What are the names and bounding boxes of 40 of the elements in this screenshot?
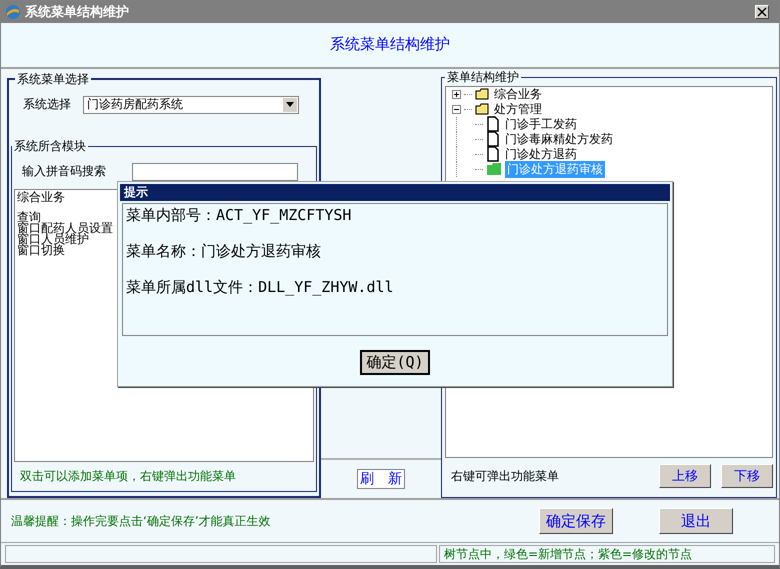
collapse-icon[interactable] [452, 104, 461, 114]
status-text: 树节点中，绿色=新增节点；紫色=修改的节点 [439, 544, 775, 563]
system-dropdown[interactable]: 门诊药房配药系统 [83, 96, 299, 114]
move-button[interactable]: 上移 [659, 464, 711, 488]
search-label: 输入拼音码搜索 [22, 163, 106, 180]
document-icon [486, 131, 500, 148]
document-icon [486, 116, 500, 132]
tree-node[interactable]: 门诊手工发药 [503, 116, 579, 133]
caret-icon [286, 102, 294, 108]
move-button[interactable]: 下移 [721, 464, 773, 488]
hint-text: 右键可弹出功能菜单 [450, 468, 560, 485]
folder-icon [486, 162, 502, 176]
panel-legend: 系统所含模块 [12, 138, 88, 155]
panel-legend: 系统菜单选择 [15, 70, 91, 88]
message-line: 菜单名称：门诊处方退药审核 [126, 242, 322, 261]
panel-legend: 菜单结构维护 [445, 68, 521, 86]
expand-icon[interactable] [452, 90, 461, 99]
reminder-text: 温馨提醒：操作完要点击‘确定保存’才能真正生效 [11, 512, 272, 530]
globe-icon [5, 4, 21, 20]
tree-node[interactable]: 处方管理 [492, 100, 544, 118]
hint-text: 双击可以添加菜单项，右键弹出功能菜单 [19, 468, 237, 486]
page-heading: 系统菜单结构维护 [330, 35, 450, 54]
tree-node[interactable]: 门诊处方退药 [503, 146, 579, 163]
close-icon [757, 6, 767, 17]
save-button[interactable]: 确定保存 [539, 508, 613, 534]
message-line: 菜单内部号：ACT_YF_MZCFTYSH [126, 206, 352, 225]
search-field[interactable] [132, 162, 298, 181]
document-icon [486, 146, 500, 162]
close-button[interactable] [755, 4, 769, 19]
exit-button[interactable]: 退出 [659, 508, 733, 534]
window-title: 系统菜单结构维护 [25, 4, 130, 21]
ok-button[interactable]: 确定(Q) [360, 350, 430, 374]
folder-icon [475, 88, 489, 100]
refresh-button[interactable]: 刷 新 [357, 469, 405, 490]
tree-node[interactable]: 门诊毒麻精处方发药 [503, 130, 615, 148]
dialog-title: 提示 [120, 184, 670, 201]
system-label: 系统选择 [23, 96, 71, 114]
folder-icon [475, 103, 489, 116]
message-line: 菜单所属dll文件：DLL_YF_ZHYW.dll [126, 278, 395, 297]
tree-node[interactable]: 综合业务 [492, 86, 544, 103]
